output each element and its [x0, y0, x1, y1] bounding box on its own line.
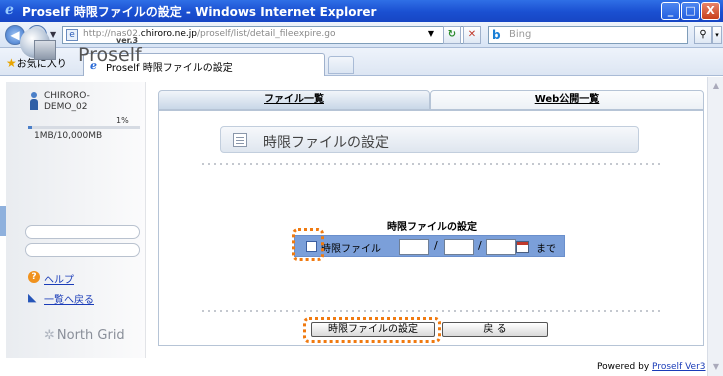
page-title: 時限ファイルの設定 — [263, 135, 389, 151]
ie-icon: ℯ — [5, 2, 14, 18]
search-placeholder: Bing — [509, 29, 532, 40]
address-dropdown-icon[interactable]: ▼ — [425, 26, 437, 44]
user-icon — [30, 92, 38, 110]
new-tab-button[interactable] — [328, 56, 354, 74]
search-icon[interactable]: ⚲ — [694, 26, 712, 44]
quota-text: 1MB/10,000MB — [34, 131, 103, 141]
quota-fill — [28, 126, 33, 129]
calendar-icon[interactable] — [516, 241, 529, 253]
user-name: CHIRORO- DEMO_02 — [44, 91, 90, 112]
checkbox-highlight — [292, 228, 324, 261]
history-dropdown-icon[interactable]: ▼ — [50, 30, 56, 39]
tab-web-public-list[interactable]: Web公開一覧 — [430, 90, 704, 110]
vertical-scrollbar[interactable]: ▲ ▼ — [707, 77, 723, 376]
expire-year-input[interactable] — [399, 239, 429, 255]
section-title: 時限ファイルの設定 — [387, 222, 477, 233]
stop-icon[interactable]: ✕ — [463, 26, 481, 44]
window-title: Proself 時限ファイルの設定 - Windows Internet Exp… — [22, 5, 377, 19]
scroll-down-icon[interactable]: ▼ — [710, 361, 722, 373]
quota-bar — [28, 126, 140, 129]
expire-month-input[interactable] — [444, 239, 474, 255]
north-grid-logo: ✲ North Grid — [44, 328, 125, 343]
search-options-icon[interactable]: ▾ — [712, 26, 722, 44]
sidebar-slot-2 — [25, 243, 140, 257]
document-icon — [233, 133, 247, 147]
expire-checkbox-label: 時限ファイル — [321, 244, 381, 255]
divider-top — [200, 163, 660, 165]
date-separator: / — [478, 239, 482, 252]
search-input[interactable]: b Bing — [488, 26, 688, 44]
close-window-button[interactable]: X — [701, 2, 720, 20]
tab-file-list[interactable]: ファイル一覧 — [158, 90, 430, 110]
refresh-icon[interactable]: ↻ — [443, 26, 461, 44]
page-heading: 時限ファイルの設定 — [220, 126, 639, 153]
back-to-list-link[interactable]: 一覧へ戻る — [44, 291, 94, 306]
sidebar-slot-1 — [25, 225, 140, 239]
divider-bottom — [200, 310, 660, 312]
bing-icon: b — [492, 28, 501, 42]
help-icon: ? — [28, 271, 40, 283]
page-icon: e — [66, 29, 78, 41]
back-button[interactable]: 戻 る — [442, 322, 548, 337]
submit-highlight — [303, 317, 441, 343]
date-separator: / — [434, 239, 438, 252]
minimize-button[interactable]: _ — [661, 2, 680, 20]
maximize-button[interactable]: □ — [681, 2, 700, 20]
proself-logo-box — [34, 40, 56, 60]
window-title-bar[interactable]: ℯ Proself 時限ファイルの設定 - Windows Internet E… — [0, 0, 723, 22]
until-label: まで — [536, 244, 556, 255]
expire-setting-row: 時限ファイル / / まで — [294, 235, 565, 257]
powered-by: Powered by Proself Ver3 — [597, 362, 706, 372]
north-grid-icon: ✲ — [44, 328, 55, 343]
quota-percent: 1% — [116, 116, 129, 125]
proself-link[interactable]: Proself Ver3 — [652, 362, 705, 372]
back-arrow-icon: ◣ — [28, 291, 37, 304]
expire-day-input[interactable] — [486, 239, 516, 255]
scroll-up-icon[interactable]: ▲ — [710, 80, 722, 92]
star-icon: ★ — [6, 56, 17, 70]
product-name: Proself — [78, 44, 142, 66]
help-link[interactable]: ヘルプ — [44, 271, 74, 286]
